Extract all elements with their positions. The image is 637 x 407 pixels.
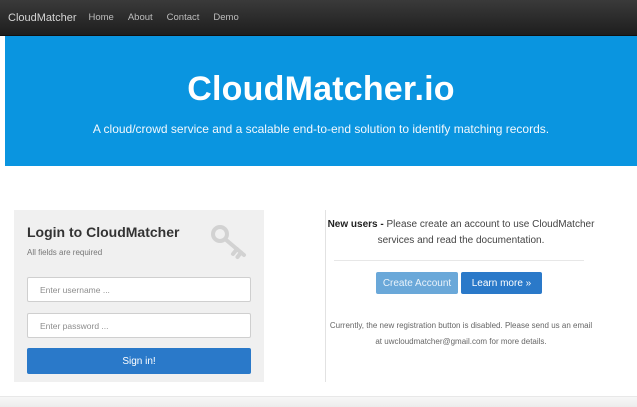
hero-banner: CloudMatcher.io A cloud/crowd service an… — [5, 36, 637, 166]
nav-link-home[interactable]: Home — [88, 12, 113, 23]
nav-link-contact[interactable]: Contact — [167, 12, 200, 23]
nav-link-about[interactable]: About — [128, 12, 153, 23]
sign-in-button[interactable]: Sign in! — [27, 348, 251, 374]
new-users-label: New users - — [327, 219, 384, 230]
top-navbar: CloudMatcher Home About Contact Demo — [0, 0, 637, 36]
password-input[interactable] — [27, 313, 251, 338]
hero-subtitle: A cloud/crowd service and a scalable end… — [92, 122, 550, 136]
nav-link-demo[interactable]: Demo — [213, 12, 238, 23]
registration-notice: Currently, the new registration button i… — [329, 321, 593, 346]
login-panel: Login to CloudMatcher All fields are req… — [14, 210, 264, 382]
section-divider — [334, 260, 584, 261]
registration-buttons: Create Account Learn more » — [326, 272, 596, 294]
login-title: Login to CloudMatcher — [27, 224, 180, 240]
new-users-message: New users - Please create an account to … — [326, 217, 596, 249]
nav-brand[interactable]: CloudMatcher — [8, 12, 76, 24]
hero-title: CloudMatcher.io — [187, 70, 455, 108]
new-users-text: Please create an account to use CloudMat… — [377, 219, 595, 246]
key-icon — [211, 225, 246, 259]
learn-more-button[interactable]: Learn more » — [461, 272, 542, 294]
username-input[interactable] — [27, 277, 251, 302]
required-fields-note: All fields are required — [27, 248, 103, 257]
create-account-button[interactable]: Create Account — [376, 272, 458, 294]
footer-strip — [0, 396, 637, 407]
